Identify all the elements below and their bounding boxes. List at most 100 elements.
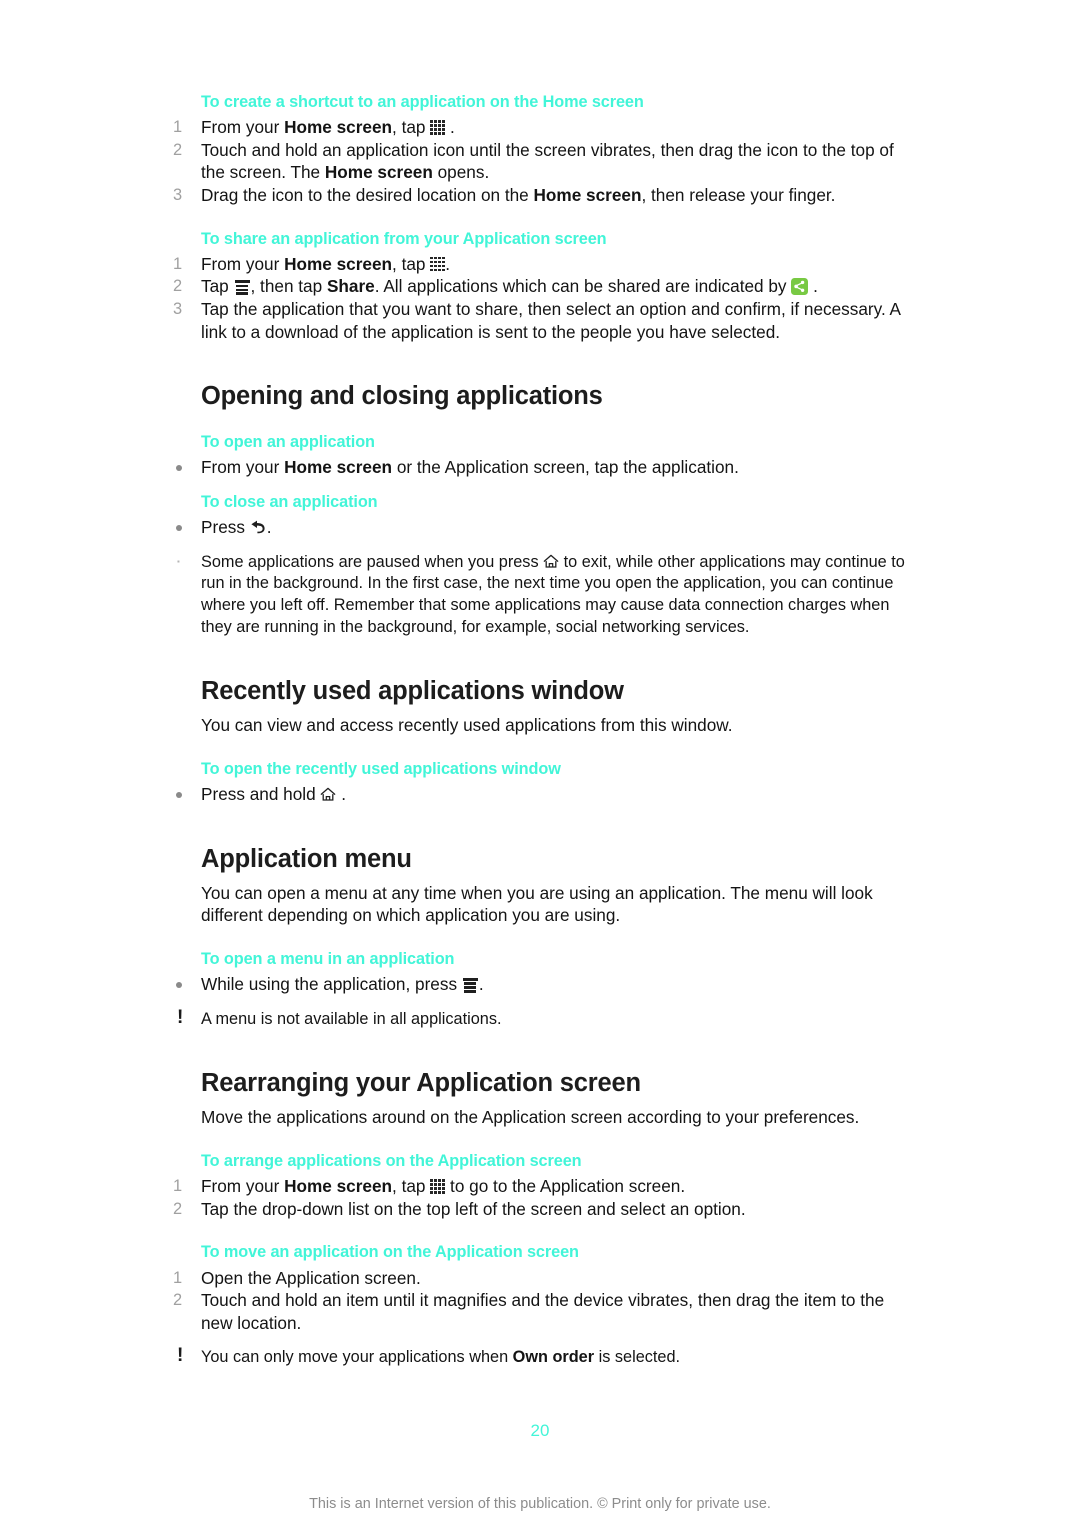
step-text-post: or the Application screen, tap the appli… [392,457,739,478]
steps-arrange-applications: 1 From your Home screen, tap to go to th… [168,1175,908,1220]
menu-icon [462,977,479,993]
steps-open-recent-apps: Press and hold . [168,783,908,806]
step-text-post: . [445,253,451,274]
task-title-create-shortcut: To create a shortcut to an application o… [201,93,644,111]
task-title-share-application: To share an application from your Applic… [201,229,607,248]
step-number: 2 [173,1291,183,1310]
note-text-pre: Some applications are paused when you pr… [201,552,544,571]
step-text-mid: , tap [392,253,431,274]
page-content: To create a shortcut to an application o… [168,92,908,1369]
app-grid-icon [430,120,445,135]
step-text-post: . [478,974,484,995]
section-title-rearranging: Rearranging your Application screen [201,1069,641,1098]
steps-open-menu: While using the application, press . [168,973,908,996]
list-item: 3 Tap the application that you want to s… [168,298,908,343]
step-text-bold: Home screen [284,253,393,274]
list-item: 3 Drag the icon to the desired location … [168,184,908,207]
step-text: Tap , then tap Share. All applications w… [201,276,818,296]
task-title-arrange-applications: To arrange applications on the Applicati… [201,1152,582,1171]
step-text-pre: Press [201,517,250,538]
note-text: A menu is not available in all applicati… [201,1009,502,1028]
step-number: 3 [173,300,183,318]
step-text: Drag the icon to the desired location on… [201,185,835,205]
bullet-marker [176,525,182,532]
step-text-bold: Share [326,276,375,297]
back-arrow-icon [250,518,267,534]
share-badge-icon [791,278,809,296]
step-text-bold: Home screen [284,457,393,478]
step-text-pre: From your [201,457,285,478]
note-background-apps: ▪ Some applications are paused when you … [168,552,908,639]
step-text: Touch and hold an item until it magnifie… [201,1290,885,1333]
step-text: From your Home screen or the Application… [201,457,739,477]
steps-share-application: 1 From your Home screen, tap . 2 Tap , t… [168,253,908,343]
list-item: Press . [168,516,908,539]
manual-page: To create a shortcut to an application o… [0,0,1080,1527]
note-text-post: is selected. [594,1348,681,1367]
step-text: While using the application, press . [201,974,484,994]
steps-create-shortcut: 1 From your Home screen, tap . 2 Touch a… [168,116,908,206]
step-text-mid: , then tap [250,276,327,297]
step-number: 1 [173,1177,183,1196]
list-item: 2 Touch and hold an item until it magnif… [168,1289,908,1334]
task-title-open-menu: To open a menu in an application [201,949,455,968]
step-text-post: opens. [432,162,490,183]
step-text-bold: Home screen [533,185,642,205]
step-text: Touch and hold an application icon until… [201,140,894,183]
bullet-marker [176,982,182,989]
step-text-mid: , tap [392,1176,431,1197]
app-grid-icon [430,256,445,272]
step-text-bold: Home screen [284,1176,393,1197]
step-text-pre: While using the application, press [201,974,462,995]
step-text: From your Home screen, tap . [201,117,455,137]
exclamation-note-icon: ▪ [177,556,180,566]
home-icon [320,785,336,801]
task-title-open-recent-apps: To open the recently used applications w… [201,759,561,778]
home-icon [543,554,559,569]
step-text: From your Home screen, tap to go to the … [201,1176,685,1196]
step-text-mid: , tap [392,117,431,138]
menu-icon [234,279,251,295]
list-item: 2 Touch and hold an application icon unt… [168,139,908,184]
intro-rearranging: Move the applications around on the Appl… [201,1107,860,1128]
task-title-close-application: To close an application [201,492,378,511]
step-text-post: to go to the Application screen. [445,1176,686,1197]
list-item: 2 Tap the drop-down list on the top left… [168,1198,908,1221]
step-text: Press . [201,517,272,537]
note-text: Some applications are paused when you pr… [201,553,905,636]
task-title-open-application: To open an application [201,433,375,452]
intro-recent-apps: You can view and access recently used ap… [201,715,733,736]
task-title-move-application: To move an application on the Applicatio… [201,1243,579,1262]
note-text-bold: Own order [512,1348,595,1367]
step-text-post: . [266,517,272,538]
list-item: 2 Tap , then tap Share. All applications… [168,275,908,298]
step-number: 2 [173,1199,183,1218]
step-number: 1 [173,118,183,137]
intro-application-menu: You can open a menu at any time when you… [201,882,873,926]
step-text: Tap the application that you want to sha… [201,299,901,342]
exclamation-note-icon: ! [177,1345,184,1367]
step-text: Open the Application screen. [201,1267,421,1288]
step-text-pre: From your [201,1176,285,1197]
list-item: From your Home screen or the Application… [168,456,908,479]
page-number: 20 [530,1421,550,1440]
exclamation-note-icon: ! [177,1006,184,1028]
note-own-order: ! You can only move your applications wh… [168,1345,908,1369]
step-number: 3 [173,186,183,204]
note-menu-availability: ! A menu is not available in all applica… [168,1006,908,1031]
steps-open-application: From your Home screen or the Application… [168,456,908,479]
list-item: 1 From your Home screen, tap to go to th… [168,1175,908,1198]
step-text-tail: . [808,276,818,297]
section-title-application-menu: Application menu [201,844,412,873]
step-number: 1 [173,254,183,273]
footer-note: This is an Internet version of this publ… [309,1496,771,1512]
step-text: From your Home screen, tap . [201,254,450,274]
step-text-bold: Home screen [324,162,433,183]
step-text: Press and hold . [201,784,346,804]
list-item: 1 Open the Application screen. [168,1267,908,1290]
step-text-pre: Touch and hold an application icon until… [201,139,894,183]
bullet-marker [176,465,182,472]
step-text-post: , then release your finger. [641,185,836,205]
list-item: While using the application, press . [168,973,908,996]
section-title-opening-closing: Opening and closing applications [201,382,603,411]
